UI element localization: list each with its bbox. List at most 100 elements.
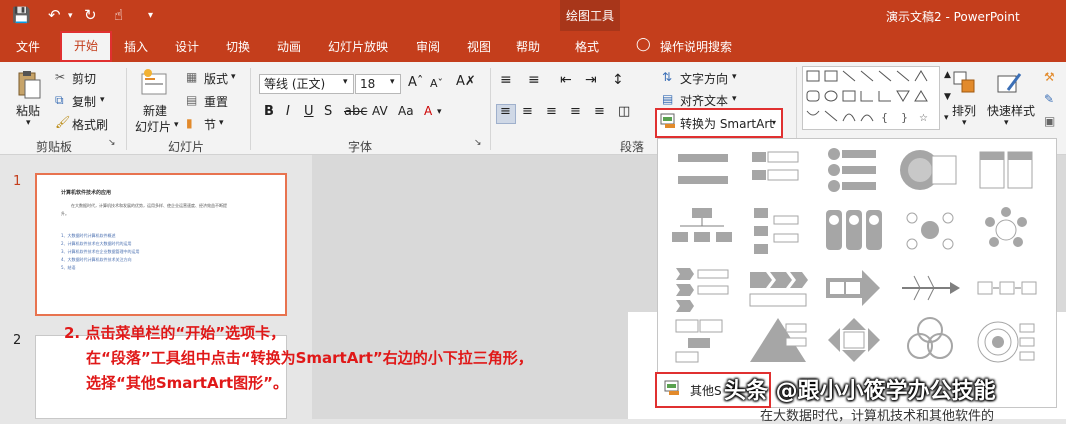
tab-view[interactable]: 视图 [467, 38, 491, 55]
smartart-layout-bending-process-icon[interactable] [670, 314, 744, 372]
quick-styles-icon[interactable] [996, 70, 1022, 98]
smartart-layout-vertical-circle-list-icon[interactable] [822, 144, 896, 202]
distributed-icon[interactable]: ≡ [594, 104, 605, 119]
smartart-layout-basic-venn-icon[interactable] [898, 314, 972, 372]
layout-button[interactable]: 版式 [204, 70, 228, 87]
tab-format[interactable]: 格式 [575, 38, 599, 55]
undo-dropdown-icon[interactable]: ▾ [68, 11, 73, 21]
bullets-icon[interactable]: ≡ [500, 72, 512, 88]
tab-help[interactable]: 帮助 [516, 38, 540, 55]
customize-toolbar-icon[interactable]: ▾ [148, 10, 153, 21]
smartart-layout-process-arrows-icon[interactable] [746, 262, 820, 320]
tab-home[interactable]: 开始 [60, 31, 112, 62]
smartart-layout-picture-accent-list-icon[interactable] [822, 204, 896, 262]
smartart-layout-upward-arrow-icon[interactable] [822, 262, 896, 320]
smartart-layout-converging-arrows-icon[interactable] [822, 314, 896, 372]
clipboard-launcher-icon[interactable]: ↘ [108, 138, 116, 148]
format-painter-button[interactable]: 格式刷 [72, 116, 108, 133]
shapes-more-icon[interactable]: ▾ [944, 113, 949, 123]
align-center-icon[interactable]: ≡ [522, 104, 533, 119]
arrange-button[interactable]: 排列 [952, 102, 976, 119]
redo-icon[interactable]: ↻ [84, 6, 97, 24]
paste-dropdown-icon[interactable]: ▾ [26, 118, 31, 128]
decrease-indent-icon[interactable]: ⇤ [560, 72, 572, 88]
numbering-icon[interactable]: ≡ [528, 72, 540, 88]
new-slide-dropdown-icon[interactable]: ▾ [174, 120, 179, 130]
change-case-icon[interactable]: Aa [398, 104, 414, 118]
shapes-scroll-up-icon[interactable]: ▲ [944, 70, 951, 80]
justify-icon[interactable]: ≡ [570, 104, 581, 119]
font-color-dropdown-icon[interactable]: ▾ [437, 107, 442, 117]
text-direction-button[interactable]: 文字方向 [680, 70, 728, 87]
tab-insert[interactable]: 插入 [124, 38, 148, 55]
tab-animations[interactable]: 动画 [277, 38, 301, 55]
font-name-combo[interactable]: 等线 (正文) [259, 74, 354, 94]
shape-outline-icon[interactable]: ✎ [1044, 92, 1054, 106]
font-size-dropdown-icon[interactable]: ▾ [390, 77, 395, 87]
underline-icon[interactable]: U [304, 104, 314, 119]
smartart-layout-pyramid-list-icon[interactable] [746, 314, 820, 372]
paste-button[interactable]: 粘贴 [16, 102, 40, 119]
shapes-scroll-down-icon[interactable]: ▼ [944, 92, 951, 102]
tab-design[interactable]: 设计 [175, 38, 199, 55]
new-slide-label-1[interactable]: 新建 [143, 102, 167, 119]
smartart-layout-radial-cluster-icon[interactable] [898, 204, 972, 262]
strikethrough-icon[interactable]: abc [344, 104, 367, 119]
align-text-dropdown-icon[interactable]: ▾ [732, 94, 737, 104]
shapes-gallery[interactable]: {} ☆ [802, 66, 940, 130]
font-launcher-icon[interactable]: ↘ [474, 138, 482, 148]
increase-indent-icon[interactable]: ⇥ [585, 72, 597, 88]
smartart-layout-fishbone-icon[interactable] [898, 262, 972, 320]
columns-icon[interactable]: ◫ [618, 104, 630, 119]
decrease-font-size-icon[interactable]: Aˇ [430, 77, 443, 90]
line-spacing-icon[interactable]: ↕ [612, 72, 624, 88]
increase-font-size-icon[interactable]: Aˆ [408, 75, 423, 90]
touch-mode-icon[interactable]: ☝ [114, 6, 123, 24]
arrange-dropdown-icon[interactable]: ▾ [962, 118, 967, 128]
quick-styles-dropdown-icon[interactable]: ▾ [1004, 118, 1009, 128]
tell-me-search[interactable]: 操作说明搜索 [660, 38, 732, 55]
smartart-layout-organization-chart-icon[interactable] [670, 204, 744, 262]
smartart-layout-basic-process-icon[interactable] [974, 262, 1048, 320]
tab-transitions[interactable]: 切换 [226, 38, 250, 55]
clear-formatting-icon[interactable]: A✗ [456, 74, 476, 89]
new-slide-icon[interactable] [140, 68, 170, 98]
paste-icon[interactable] [16, 70, 42, 100]
align-text-button[interactable]: 对齐文本 [680, 92, 728, 109]
shadow-icon[interactable]: S [324, 104, 332, 119]
convert-smartart-dropdown-icon[interactable]: ▾ [772, 118, 776, 127]
character-spacing-icon[interactable]: AV [372, 104, 388, 118]
slide-thumbnail-1[interactable]: 计算机软件技术的应用 在大数据时代，计算机技术和发展的优势，运用多样、使企业运营… [35, 173, 287, 316]
smartart-layout-vertical-bullet-list-icon[interactable] [670, 144, 744, 202]
quick-styles-button[interactable]: 快速样式 [987, 102, 1035, 119]
smartart-layout-chevron-list-icon[interactable] [670, 262, 744, 320]
smartart-layout-table-list-icon[interactable] [974, 144, 1048, 202]
align-right-icon[interactable]: ≡ [546, 104, 557, 119]
section-button[interactable]: 节 [204, 116, 216, 133]
undo-icon[interactable]: ↶ [48, 6, 61, 24]
smartart-layout-hierarchy-list-icon[interactable] [746, 204, 820, 262]
shape-fill-icon[interactable]: ⚒ [1044, 70, 1055, 84]
copy-button[interactable]: 复制 [72, 93, 96, 110]
smartart-layout-nested-target-icon[interactable] [898, 144, 972, 202]
shape-effects-icon[interactable]: ▣ [1044, 114, 1055, 128]
italic-icon[interactable]: I [286, 104, 290, 119]
tab-file[interactable]: 文件 [16, 38, 40, 55]
layout-dropdown-icon[interactable]: ▾ [231, 72, 236, 82]
reset-button[interactable]: 重置 [204, 93, 228, 110]
arrange-icon[interactable] [952, 70, 978, 98]
text-direction-dropdown-icon[interactable]: ▾ [732, 72, 737, 82]
font-name-dropdown-icon[interactable]: ▾ [343, 77, 348, 87]
copy-dropdown-icon[interactable]: ▾ [100, 95, 105, 105]
new-slide-label-2[interactable]: 幻灯片 [135, 118, 171, 135]
save-icon[interactable]: 💾 [12, 6, 31, 24]
smartart-layout-vertical-box-list-icon[interactable] [746, 144, 820, 202]
bold-icon[interactable]: B [264, 104, 274, 119]
cut-button[interactable]: 剪切 [72, 70, 96, 87]
smartart-layout-basic-cycle-icon[interactable] [974, 204, 1048, 262]
smartart-layout-target-list-icon[interactable] [974, 314, 1048, 372]
tab-review[interactable]: 审阅 [416, 38, 440, 55]
font-color-icon[interactable]: A [424, 104, 432, 118]
tab-slideshow[interactable]: 幻灯片放映 [328, 38, 388, 55]
section-dropdown-icon[interactable]: ▾ [219, 118, 224, 128]
